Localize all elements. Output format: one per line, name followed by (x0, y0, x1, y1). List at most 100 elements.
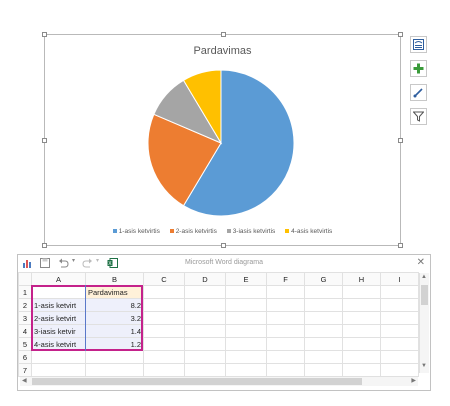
column-header[interactable]: C (143, 272, 185, 286)
cell[interactable] (380, 298, 419, 312)
cell[interactable] (342, 311, 381, 325)
row-header[interactable]: 2 (18, 298, 32, 312)
cell[interactable] (143, 337, 185, 351)
cell[interactable] (143, 350, 185, 364)
chart-elements-button[interactable] (410, 60, 427, 77)
cell[interactable] (225, 311, 267, 325)
row-header[interactable]: 1 (18, 285, 32, 299)
resize-handle[interactable] (42, 138, 47, 143)
cell[interactable] (225, 350, 267, 364)
cell[interactable] (342, 298, 381, 312)
resize-handle[interactable] (221, 32, 226, 37)
cell[interactable] (31, 285, 86, 299)
column-header[interactable]: E (225, 272, 267, 286)
cell[interactable] (143, 311, 185, 325)
column-header[interactable]: A (31, 272, 86, 286)
cell[interactable] (380, 337, 419, 351)
cell[interactable] (380, 363, 419, 377)
cell[interactable] (266, 298, 305, 312)
cell[interactable] (143, 324, 185, 338)
row-header[interactable]: 7 (18, 363, 32, 377)
cell[interactable] (143, 363, 185, 377)
cell[interactable]: 4-asis ketvirt (31, 337, 86, 351)
column-header[interactable]: G (304, 272, 343, 286)
chart-legend[interactable]: 1-asis ketvirtis 2-asis ketvirtis 3-iasi… (45, 228, 400, 235)
cell[interactable]: Pardavimas (85, 285, 144, 299)
pie-chart[interactable] (146, 68, 296, 218)
cell[interactable] (184, 337, 226, 351)
chart-styles-button[interactable] (410, 84, 427, 101)
cell[interactable]: 3.2 (85, 311, 144, 325)
cell[interactable] (380, 285, 419, 299)
column-header[interactable]: H (342, 272, 381, 286)
column-header[interactable]: D (184, 272, 226, 286)
cell[interactable] (304, 311, 343, 325)
cell[interactable] (184, 311, 226, 325)
scroll-right-icon[interactable]: ▶ (411, 377, 416, 384)
chart-area[interactable]: Pardavimas 1-asis ketvirtis 2-asis ketvi… (42, 32, 403, 248)
column-header[interactable]: B (85, 272, 144, 286)
cell[interactable] (184, 350, 226, 364)
cell[interactable] (225, 285, 267, 299)
cell[interactable] (266, 285, 305, 299)
resize-handle[interactable] (221, 243, 226, 248)
horizontal-scroll-thumb[interactable] (32, 378, 362, 385)
cell[interactable] (31, 363, 86, 377)
resize-handle[interactable] (398, 243, 403, 248)
cell[interactable] (304, 337, 343, 351)
cell[interactable] (266, 311, 305, 325)
scroll-left-icon[interactable]: ◀ (22, 377, 27, 384)
cell[interactable] (31, 350, 86, 364)
resize-handle[interactable] (42, 32, 47, 37)
cell[interactable] (304, 298, 343, 312)
resize-handle[interactable] (398, 32, 403, 37)
cell[interactable] (85, 363, 144, 377)
resize-handle[interactable] (42, 243, 47, 248)
cell[interactable] (342, 324, 381, 338)
scroll-down-icon[interactable]: ▼ (421, 363, 427, 369)
row-header[interactable]: 6 (18, 350, 32, 364)
cell[interactable]: 3-iasis ketvir (31, 324, 86, 338)
cell[interactable]: 8.2 (85, 298, 144, 312)
cell[interactable] (304, 324, 343, 338)
cell[interactable] (304, 363, 343, 377)
cell[interactable] (225, 324, 267, 338)
chart-filters-button[interactable] (410, 108, 427, 125)
cell[interactable]: 1.2 (85, 337, 144, 351)
row-header[interactable]: 4 (18, 324, 32, 338)
column-header[interactable]: F (266, 272, 305, 286)
cell[interactable] (266, 363, 305, 377)
cell[interactable] (184, 324, 226, 338)
resize-handle[interactable] (398, 138, 403, 143)
horizontal-scrollbar[interactable]: ◀ ▶ (20, 376, 418, 386)
cell[interactable] (380, 350, 419, 364)
cell[interactable]: 1.4 (85, 324, 144, 338)
cell[interactable] (85, 350, 144, 364)
cell[interactable] (225, 298, 267, 312)
select-all-corner[interactable] (18, 272, 32, 286)
cell[interactable] (342, 285, 381, 299)
vertical-scrollbar[interactable]: ▲ ▼ (419, 273, 429, 373)
vertical-scroll-thumb[interactable] (421, 285, 428, 305)
column-header[interactable]: I (380, 272, 419, 286)
cell[interactable] (184, 363, 226, 377)
row-header[interactable]: 3 (18, 311, 32, 325)
cell[interactable] (143, 298, 185, 312)
cell[interactable] (342, 363, 381, 377)
row-header[interactable]: 5 (18, 337, 32, 351)
grid-table[interactable]: A B C D E F G H I 1 Pardavimas 2 1-asis … (18, 272, 419, 377)
cell[interactable] (184, 285, 226, 299)
cell[interactable] (342, 350, 381, 364)
cell[interactable] (266, 350, 305, 364)
cell[interactable] (184, 298, 226, 312)
layout-options-button[interactable] (410, 36, 427, 53)
cell[interactable] (380, 324, 419, 338)
cell[interactable] (266, 337, 305, 351)
scroll-up-icon[interactable]: ▲ (421, 274, 427, 280)
cell[interactable] (266, 324, 305, 338)
close-icon[interactable]: ✕ (417, 257, 425, 268)
chart-title[interactable]: Pardavimas (45, 45, 400, 57)
cell[interactable] (225, 363, 267, 377)
cell[interactable] (225, 337, 267, 351)
cell[interactable]: 1-asis ketvirt (31, 298, 86, 312)
